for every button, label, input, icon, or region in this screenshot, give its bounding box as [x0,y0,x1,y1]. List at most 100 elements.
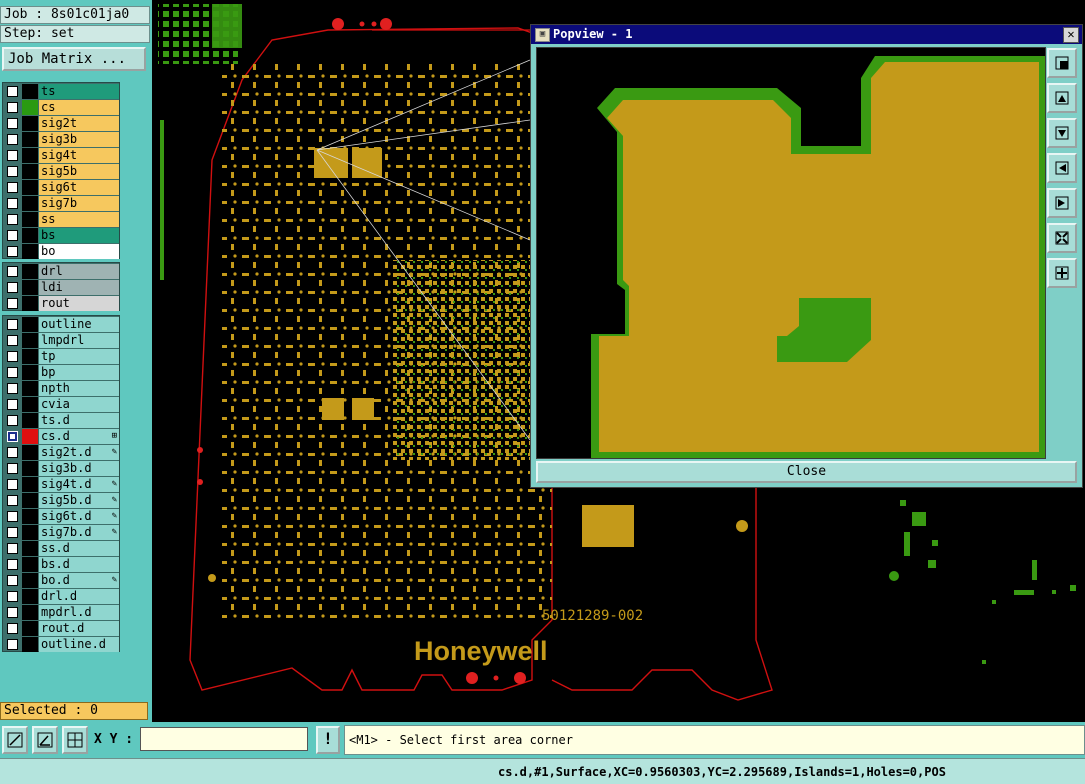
layer-checkbox[interactable] [7,415,18,426]
layer-name[interactable]: cs [39,100,119,115]
layer-row[interactable]: sig2t [3,116,119,131]
layer-name[interactable]: sig4t.d [39,477,119,492]
layer-name[interactable]: lmpdrl [39,333,119,348]
layer-row[interactable]: ss.d [3,541,119,556]
pan-left-button[interactable] [1047,153,1077,183]
layer-row[interactable]: npth [3,381,119,396]
pan-up-button[interactable] [1047,83,1077,113]
layer-row[interactable]: cs [3,100,119,115]
layer-checkbox[interactable] [7,607,18,618]
layer-row[interactable]: sig7b.d ✎ [3,525,119,540]
layer-color-swatch[interactable] [22,296,38,311]
layer-color-swatch[interactable] [22,333,38,348]
layer-color-swatch[interactable] [22,573,38,588]
layer-color-swatch[interactable] [22,509,38,524]
layer-name[interactable]: drl.d [39,589,119,604]
layer-name[interactable]: rout.d [39,621,119,636]
layer-name[interactable]: bp [39,365,119,380]
layer-name[interactable]: ldi [39,280,119,295]
layer-color-swatch[interactable] [22,196,38,211]
layer-name[interactable]: cs.d [39,429,119,444]
pan-right-button[interactable] [1047,188,1077,218]
layer-row[interactable]: sig4t.d ✎ [3,477,119,492]
layer-row[interactable]: ss [3,212,119,227]
layer-name[interactable]: sig6t.d [39,509,119,524]
layer-row[interactable]: sig6t.d ✎ [3,509,119,524]
layer-color-swatch[interactable] [22,605,38,620]
layer-name[interactable]: outline [39,317,119,332]
layer-name[interactable]: bs.d [39,557,119,572]
layer-name[interactable]: sig7b [39,196,119,211]
layer-color-swatch[interactable] [22,264,38,279]
layer-name[interactable]: sig5b.d [39,493,119,508]
layer-checkbox[interactable] [7,198,18,209]
layer-name[interactable]: tp [39,349,119,364]
layer-name[interactable]: ss.d [39,541,119,556]
layer-row[interactable]: sig5b.d ✎ [3,493,119,508]
layer-name[interactable]: bo.d [39,573,119,588]
layer-row[interactable]: mpdrl.d [3,605,119,620]
layer-checkbox[interactable] [7,431,18,442]
layer-checkbox[interactable] [7,230,18,241]
layer-checkbox[interactable] [7,511,18,522]
zoom-out-button[interactable] [1047,258,1077,288]
layer-color-swatch[interactable] [22,429,38,444]
layer-checkbox[interactable] [7,559,18,570]
layer-color-swatch[interactable] [22,228,38,243]
layer-checkbox[interactable] [7,182,18,193]
layer-checkbox[interactable] [7,335,18,346]
layer-color-swatch[interactable] [22,541,38,556]
layer-name[interactable]: sig6t [39,180,119,195]
popview-close-button[interactable]: Close [536,461,1077,483]
layer-checkbox[interactable] [7,383,18,394]
layer-checkbox[interactable] [7,527,18,538]
layer-row[interactable]: sig6t [3,180,119,195]
layer-color-swatch[interactable] [22,148,38,163]
layer-row[interactable]: cvia [3,397,119,412]
layer-checkbox[interactable] [7,623,18,634]
layer-name[interactable]: sig5b [39,164,119,179]
layer-color-swatch[interactable] [22,349,38,364]
layer-checkbox[interactable] [7,495,18,506]
layer-checkbox[interactable] [7,367,18,378]
layer-name[interactable]: npth [39,381,119,396]
layer-row[interactable]: sig2t.d ✎ [3,445,119,460]
close-icon[interactable]: ✕ [1063,27,1079,43]
layer-row[interactable]: cs.d ⊞ [3,429,119,444]
layer-name[interactable]: sig2t.d [39,445,119,460]
layer-row[interactable]: ldi [3,280,119,295]
layer-name[interactable]: outline.d [39,637,119,652]
zoom-home-button[interactable] [1047,48,1077,78]
layer-row[interactable]: bo [3,244,119,259]
zoom-in-button[interactable] [1047,223,1077,253]
layer-checkbox[interactable] [7,134,18,145]
layer-color-swatch[interactable] [22,445,38,460]
layer-row[interactable]: bp [3,365,119,380]
layer-checkbox[interactable] [7,118,18,129]
layer-row[interactable]: outline.d [3,637,119,652]
layer-color-swatch[interactable] [22,280,38,295]
layer-checkbox[interactable] [7,479,18,490]
layer-row[interactable]: drl.d [3,589,119,604]
layer-name[interactable]: ts [39,84,119,99]
layer-name[interactable]: drl [39,264,119,279]
layer-name[interactable]: bo [39,244,119,259]
layer-name[interactable]: sig3b.d [39,461,119,476]
layer-checkbox[interactable] [7,319,18,330]
layer-color-swatch[interactable] [22,244,38,259]
layer-row[interactable]: sig3b [3,132,119,147]
popview-canvas[interactable] [536,47,1046,459]
layer-row[interactable]: sig4t [3,148,119,163]
layer-color-swatch[interactable] [22,621,38,636]
layer-checkbox[interactable] [7,298,18,309]
layer-name[interactable]: ts.d [39,413,119,428]
layer-row[interactable]: lmpdrl [3,333,119,348]
measure-tool-button[interactable] [2,726,28,754]
layer-checkbox[interactable] [7,447,18,458]
layer-checkbox[interactable] [7,543,18,554]
layer-row[interactable]: rout [3,296,119,311]
layer-color-swatch[interactable] [22,84,38,99]
layer-row[interactable]: bs [3,228,119,243]
layer-row[interactable]: ts.d [3,413,119,428]
layer-row[interactable]: drl [3,264,119,279]
